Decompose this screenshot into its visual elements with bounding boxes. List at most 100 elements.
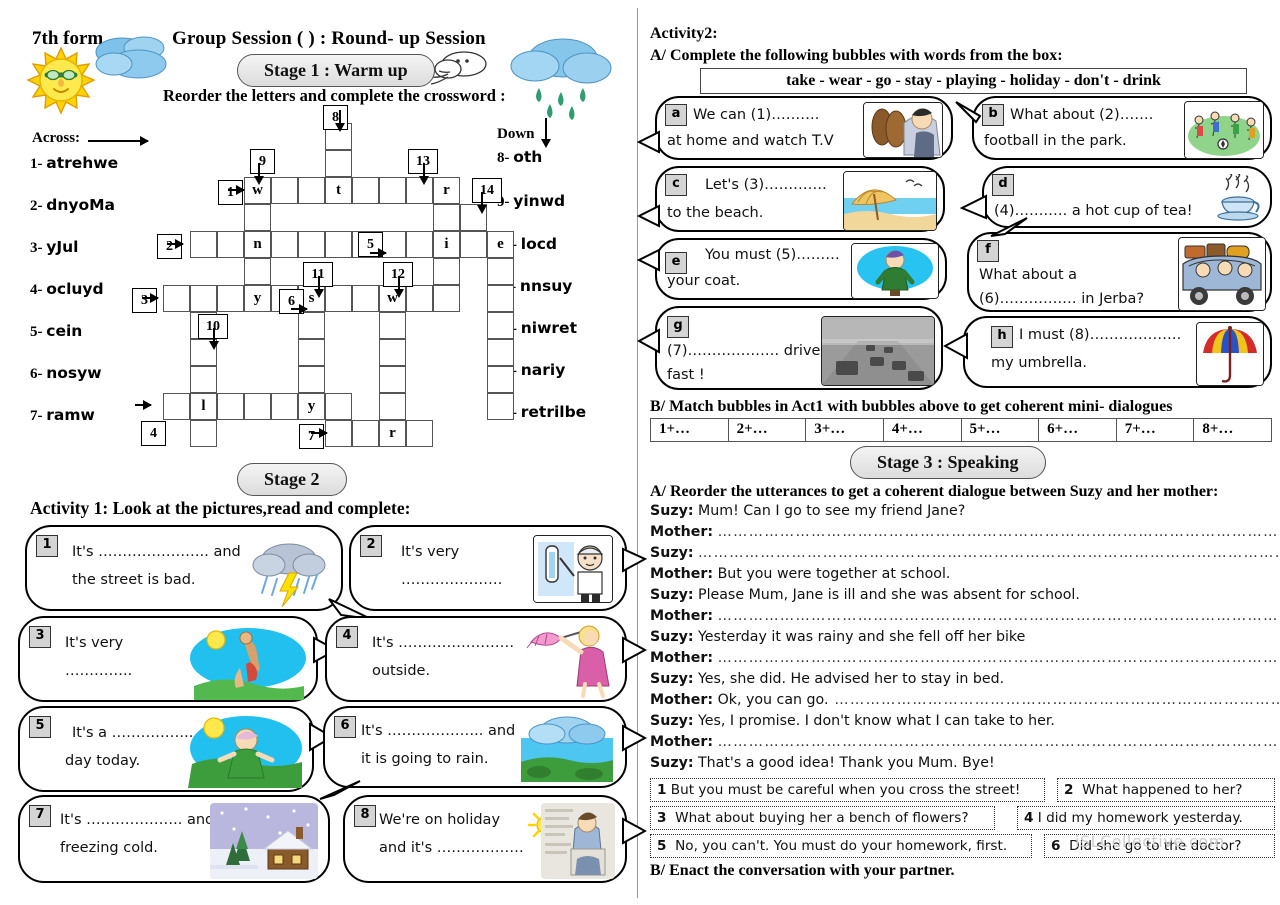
match-cell[interactable]: 6+… [1039, 419, 1117, 441]
grid-cell[interactable] [325, 285, 352, 312]
activity1-bubble-3[interactable]: 3 It's very ………….. [18, 616, 338, 702]
utterance-box-5[interactable]: 5 No, you can't. You must do your homewo… [650, 834, 1032, 858]
grid-cell[interactable]: r [433, 177, 460, 204]
grid-cell[interactable] [298, 312, 325, 339]
match-cell[interactable]: 8+… [1194, 419, 1271, 441]
grid-cell[interactable] [433, 204, 460, 231]
grid-cell[interactable]: y [298, 393, 325, 420]
grid-cell[interactable] [163, 285, 190, 312]
grid-cell[interactable] [217, 285, 244, 312]
grid-cell[interactable] [163, 393, 190, 420]
grid-cell[interactable] [325, 150, 352, 177]
grid-cell[interactable] [352, 285, 379, 312]
grid-cell[interactable] [433, 285, 460, 312]
grid-cell[interactable] [271, 177, 298, 204]
grid-cell[interactable] [487, 339, 514, 366]
grid-cell[interactable] [271, 231, 298, 258]
grid-cell[interactable] [298, 366, 325, 393]
match-cell[interactable]: 7+… [1117, 419, 1195, 441]
grid-cell[interactable] [190, 231, 217, 258]
match-cell[interactable]: 4+… [884, 419, 962, 441]
grid-cell[interactable] [487, 312, 514, 339]
grid-cell[interactable] [325, 393, 352, 420]
grid-cell[interactable] [190, 285, 217, 312]
utterance-box-2[interactable]: 2 What happened to her? [1057, 778, 1275, 802]
grid-cell[interactable] [487, 393, 514, 420]
grid-cell[interactable] [271, 393, 298, 420]
grid-cell[interactable]: y [244, 285, 271, 312]
activity2-bubble-b[interactable]: b What about (2)……. football in the park… [955, 96, 1272, 160]
match-cell[interactable]: 3+… [806, 419, 884, 441]
bubble-tail [622, 636, 647, 664]
activity2-bubble-a[interactable]: a We can (1)………. at home and watch T.V [637, 96, 953, 160]
grid-cell[interactable] [325, 231, 352, 258]
grid-cell[interactable] [298, 177, 325, 204]
grid-cell[interactable]: i [433, 231, 460, 258]
grid-cell[interactable] [217, 231, 244, 258]
grid-cell[interactable] [244, 258, 271, 285]
activity2-bubble-f[interactable]: f What about a (6)………….… in Jerba? [967, 217, 1272, 312]
grid-cell[interactable]: l [190, 393, 217, 420]
speaker-label: Mother: [650, 734, 714, 750]
bubble-tag: b [982, 104, 1004, 126]
dialogue-dots: …………………………………………………………………………………………………………… [698, 545, 1280, 561]
grid-cell[interactable] [379, 393, 406, 420]
activity2-bubble-h[interactable]: h I must (8)………………. my umbrella. [943, 316, 1272, 388]
grid-cell[interactable]: r [379, 420, 406, 447]
match-cell[interactable]: 1+… [651, 419, 729, 441]
arrow-right-icon [142, 293, 159, 303]
grid-cell[interactable] [487, 366, 514, 393]
grid-cell[interactable] [379, 366, 406, 393]
grid-cell[interactable] [244, 204, 271, 231]
activity1-bubble-7[interactable]: 7 It's ……………….. and freezing cold. [18, 780, 361, 883]
grid-cell[interactable] [487, 258, 514, 285]
bubble-tag: 3 [29, 626, 51, 648]
grid-cell[interactable] [325, 420, 352, 447]
grid-cell[interactable]: n [244, 231, 271, 258]
grid-cell[interactable] [406, 231, 433, 258]
grid-cell[interactable] [460, 231, 487, 258]
activity2-bubble-e[interactable]: e You must (5)……… your coat. [637, 238, 947, 300]
man-lying-watching-tv-picture [863, 102, 943, 158]
grid-cell[interactable] [379, 312, 406, 339]
bubble-line1: I must (8)………………. [1019, 327, 1182, 343]
activity1-bubble-2[interactable]: 2 It's very ………………… [349, 525, 647, 611]
grid-cell[interactable] [433, 258, 460, 285]
clue-number-4[interactable]: 4 [141, 421, 166, 446]
activity1-bubble-5[interactable]: 5 It's a …………….. day today. [18, 706, 334, 792]
match-cell[interactable]: 5+… [962, 419, 1040, 441]
match-cell[interactable]: 2+… [729, 419, 807, 441]
stage3-sub-a: A/ Reorder the utterances to get a coher… [650, 483, 1219, 500]
grid-cell[interactable]: t [325, 177, 352, 204]
activity1-bubble-4[interactable]: 4 It's …………………… outside. [325, 616, 647, 702]
utterance-text: What happened to her? [1082, 782, 1243, 798]
grid-cell[interactable]: e [487, 231, 514, 258]
grid-cell[interactable] [406, 420, 433, 447]
utterance-box-3[interactable]: 3 What about buying her a bench of flowe… [650, 806, 995, 830]
activity1-bubble-6[interactable]: 6 It's ……………….. and it is going to rain. [323, 706, 647, 788]
activity1-bubble-8[interactable]: 8 We're on holiday and it's ……………… [343, 795, 647, 883]
utterance-box-1[interactable]: 1 But you must be careful when you cross… [650, 778, 1045, 802]
grid-cell[interactable] [217, 393, 244, 420]
grid-cell[interactable] [190, 420, 217, 447]
grid-cell[interactable] [406, 285, 433, 312]
clue-number-9[interactable]: 9 [250, 149, 275, 174]
grid-cell[interactable] [298, 231, 325, 258]
grid-cell[interactable] [352, 177, 379, 204]
grid-cell[interactable] [244, 393, 271, 420]
clue-number-14[interactable]: 14 [472, 178, 502, 203]
grid-cell[interactable] [487, 285, 514, 312]
grid-cell[interactable] [298, 339, 325, 366]
activity2-bubble-g[interactable]: g (7)………………. drive fast ! [637, 306, 943, 390]
arrow-right-icon [291, 304, 308, 314]
grid-cell[interactable] [379, 339, 406, 366]
crossword-grid[interactable]: w t r n i e y s w l y r 1 2 3 4 5 6 7 8 … [0, 0, 637, 460]
grid-cell[interactable] [190, 366, 217, 393]
utterance-box-4[interactable]: 4 I did my homework yesterday. [1017, 806, 1275, 830]
grid-cell[interactable] [379, 177, 406, 204]
dialogue-text: Mum! Can I go to see my friend Jane? [698, 503, 966, 519]
grid-cell[interactable] [352, 420, 379, 447]
activity2-bubble-c[interactable]: c Let's (3)…………. to the beach. [637, 166, 945, 232]
match-table[interactable]: 1+… 2+… 3+… 4+… 5+… 6+… 7+… 8+… [650, 418, 1272, 442]
activity1-bubble-1[interactable]: 1 It's ………………….. and the street is bad. [25, 525, 372, 620]
